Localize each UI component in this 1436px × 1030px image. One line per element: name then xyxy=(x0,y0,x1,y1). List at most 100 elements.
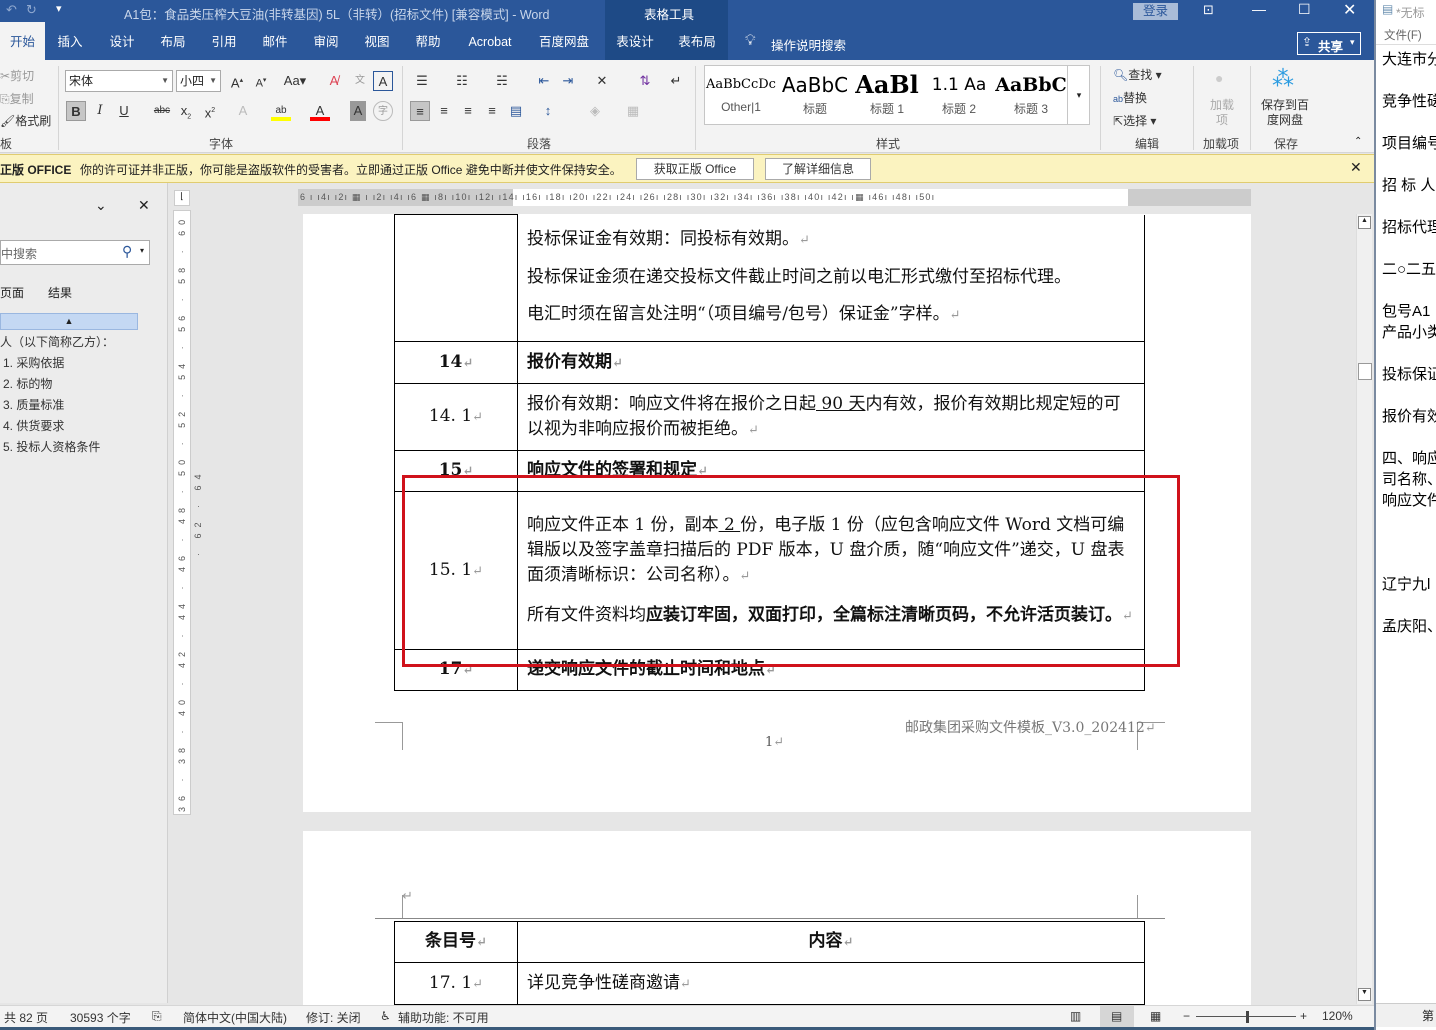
notepad-line[interactable]: 投标保证 xyxy=(1382,363,1436,384)
paragraph[interactable]: 投标保证金有效期：同投标有效期。↵ xyxy=(527,221,1135,259)
notepad-line[interactable]: 司名称、 xyxy=(1382,468,1436,489)
subscript-button[interactable]: x2 xyxy=(176,101,196,121)
read-mode-icon[interactable]: ▥ xyxy=(1070,1009,1081,1023)
zoom-in-button[interactable]: + xyxy=(1300,1009,1307,1023)
print-layout-button[interactable]: ▤ xyxy=(1100,1006,1134,1027)
shrink-font-icon[interactable]: A▾ xyxy=(251,71,271,91)
undo-icon[interactable]: ↶ xyxy=(6,2,17,18)
scroll-down-button[interactable]: ▼ xyxy=(1358,988,1371,1001)
learn-more-button[interactable]: 了解详细信息 xyxy=(765,158,871,180)
highlight-color-icon[interactable]: ab xyxy=(271,101,291,121)
align-left-button[interactable]: ≡ xyxy=(410,101,430,121)
paragraph[interactable]: 投标保证金须在递交投标文件截止时间之前以电汇形式缴付至招标代理。 xyxy=(527,259,1135,296)
tab-review[interactable]: 审阅 xyxy=(306,22,346,60)
notepad-line[interactable]: 四、响应 xyxy=(1382,447,1436,468)
cut-button[interactable]: ✂剪切 xyxy=(0,67,34,84)
enclose-characters-icon[interactable]: 字 xyxy=(373,101,393,121)
shading-icon[interactable]: ◈ xyxy=(585,101,605,121)
notepad-line[interactable]: 招标代理 xyxy=(1382,216,1436,237)
character-shading-icon[interactable]: A xyxy=(350,101,366,121)
strikethrough-button[interactable]: abc xyxy=(152,101,172,121)
paragraph[interactable]: 电汇时须在留言处注明“（项目编号/包号）保证金”字样。↵ xyxy=(527,296,1135,334)
nav-tab-pages[interactable]: 页面 xyxy=(0,284,24,301)
tab-layout[interactable]: 布局 xyxy=(153,22,193,60)
accessibility-status[interactable]: 辅助功能: 不可用 xyxy=(398,1009,489,1026)
nav-heading[interactable]: 5. 投标人资格条件 xyxy=(3,438,100,455)
replace-button[interactable]: ab替换 xyxy=(1113,89,1147,106)
distributed-button[interactable]: ▤ xyxy=(506,101,526,121)
change-case-icon[interactable]: Aa▾ xyxy=(281,71,309,91)
font-color-icon[interactable]: A xyxy=(310,101,330,121)
redo-icon[interactable]: ↻ xyxy=(26,2,37,18)
word-count[interactable]: 30593 个字 xyxy=(70,1009,131,1026)
notepad-line[interactable]: 项目编号 xyxy=(1382,132,1436,153)
collapse-ribbon-icon[interactable]: ⌃ xyxy=(1354,136,1362,147)
style-heading-3[interactable]: AaBbC 标题 3 xyxy=(995,66,1067,124)
show-marks-icon[interactable]: ↵ xyxy=(666,71,686,91)
justify-button[interactable]: ≡ xyxy=(482,101,502,121)
page-footer-text[interactable]: 邮政集团采购文件模板_V3.0_202412↵ xyxy=(905,717,1156,737)
line-spacing-icon[interactable]: ↕ xyxy=(538,101,558,121)
scroll-thumb[interactable] xyxy=(1358,363,1372,380)
copy-button[interactable]: ⎘复制 xyxy=(0,90,34,107)
style-heading-2[interactable]: 1.1 Aa 标题 2 xyxy=(923,66,995,124)
zoom-slider-thumb[interactable] xyxy=(1246,1011,1249,1023)
close-icon[interactable]: ✕ xyxy=(1343,0,1356,20)
borders-icon[interactable]: ▦ xyxy=(623,101,643,121)
get-genuine-button[interactable]: 获取正版 Office xyxy=(636,158,754,180)
italic-button[interactable]: I xyxy=(90,101,110,121)
nav-close-icon[interactable]: ✕ xyxy=(138,197,150,214)
text-effects-icon[interactable]: A xyxy=(233,101,253,121)
track-changes-status[interactable]: 修订: 关闭 xyxy=(306,1009,361,1026)
notepad-menu-file[interactable]: 文件(F) xyxy=(1384,27,1422,43)
zoom-out-button[interactable]: − xyxy=(1183,1009,1190,1023)
chinese-layout-icon[interactable]: ✕ xyxy=(592,71,612,91)
increase-indent-icon[interactable]: ⇥ xyxy=(558,71,578,91)
warning-close-icon[interactable]: ✕ xyxy=(1350,159,1362,176)
tab-view[interactable]: 视图 xyxy=(357,22,397,60)
tab-acrobat[interactable]: Acrobat xyxy=(460,22,520,60)
style-other-1[interactable]: AaBbCcDc Other|1 xyxy=(705,66,777,124)
notepad-line[interactable]: 招 标 人 xyxy=(1382,174,1435,195)
bullets-icon[interactable]: ☰ xyxy=(412,71,432,91)
sort-icon[interactable]: ⇅ xyxy=(635,71,655,91)
tab-baidu-netdisk[interactable]: 百度网盘 xyxy=(532,22,596,60)
tab-table-design[interactable]: 表设计 xyxy=(610,22,660,60)
ribbon-display-icon[interactable]: ⊡ xyxy=(1203,2,1214,18)
decrease-indent-icon[interactable]: ⇤ xyxy=(534,71,554,91)
search-icon[interactable]: ⚲ xyxy=(122,243,132,260)
vertical-scrollbar[interactable]: ▲ ▼ xyxy=(1356,214,1372,1004)
notepad-line[interactable]: 包号A1 xyxy=(1382,300,1430,321)
format-painter-button[interactable]: 🖌︎格式刷 xyxy=(0,112,51,129)
nav-heading[interactable]: 3. 质量标准 xyxy=(3,396,64,413)
proofing-icon[interactable]: ⎘ xyxy=(152,1009,162,1024)
page-count[interactable]: 共 82 页 xyxy=(4,1009,48,1026)
style-title[interactable]: AaBbC 标题 xyxy=(779,66,851,124)
notepad-line[interactable]: 大连市分 xyxy=(1382,48,1436,69)
find-button[interactable]: 🔍︎查找 ▾ xyxy=(1113,66,1162,83)
notepad-line[interactable]: 孟庆阳、 xyxy=(1382,615,1436,636)
select-button[interactable]: ⇱选择 ▾ xyxy=(1113,112,1156,129)
language-indicator[interactable]: 简体中文(中国大陆) xyxy=(183,1009,287,1026)
nav-search-input[interactable]: 中搜索 ⚲ ▾ xyxy=(0,240,150,265)
notepad-line[interactable]: 竞争性磋 xyxy=(1382,90,1436,111)
styles-more-button[interactable]: ▾ xyxy=(1067,66,1090,124)
tab-help[interactable]: 帮助 xyxy=(408,22,448,60)
addins-button[interactable]: 加载项 xyxy=(1210,98,1234,128)
vertical-ruler[interactable]: 36 · 38 · 40 · 42 · 44 · 46 · 48 · 50 · … xyxy=(173,210,203,815)
tab-design[interactable]: 设计 xyxy=(102,22,142,60)
tab-selector[interactable]: ⌊ xyxy=(174,190,190,206)
bold-button[interactable]: B xyxy=(66,101,86,121)
phonetic-guide-icon[interactable]: 文 xyxy=(350,71,370,91)
share-button[interactable]: ⇪ 共享 ▾ xyxy=(1297,32,1361,55)
numbering-icon[interactable]: ☷ xyxy=(452,71,472,91)
tab-references[interactable]: 引用 xyxy=(204,22,244,60)
minimize-icon[interactable]: — xyxy=(1252,1,1266,17)
nav-collapse-heading[interactable]: ▲ xyxy=(0,313,138,330)
tab-home[interactable]: 开始 xyxy=(0,22,45,60)
notepad-line[interactable]: 响应文件 xyxy=(1382,489,1436,510)
tab-mailings[interactable]: 邮件 xyxy=(255,22,295,60)
character-border-icon[interactable]: A xyxy=(373,71,393,91)
font-name-select[interactable]: 宋体 ▼ xyxy=(65,70,173,92)
horizontal-ruler[interactable]: 6 ı ı4ı ı2ı ▦ ı ı2ı ı4ı ı6 ▦ ı8ı ı10ı ı1… xyxy=(298,189,1251,206)
